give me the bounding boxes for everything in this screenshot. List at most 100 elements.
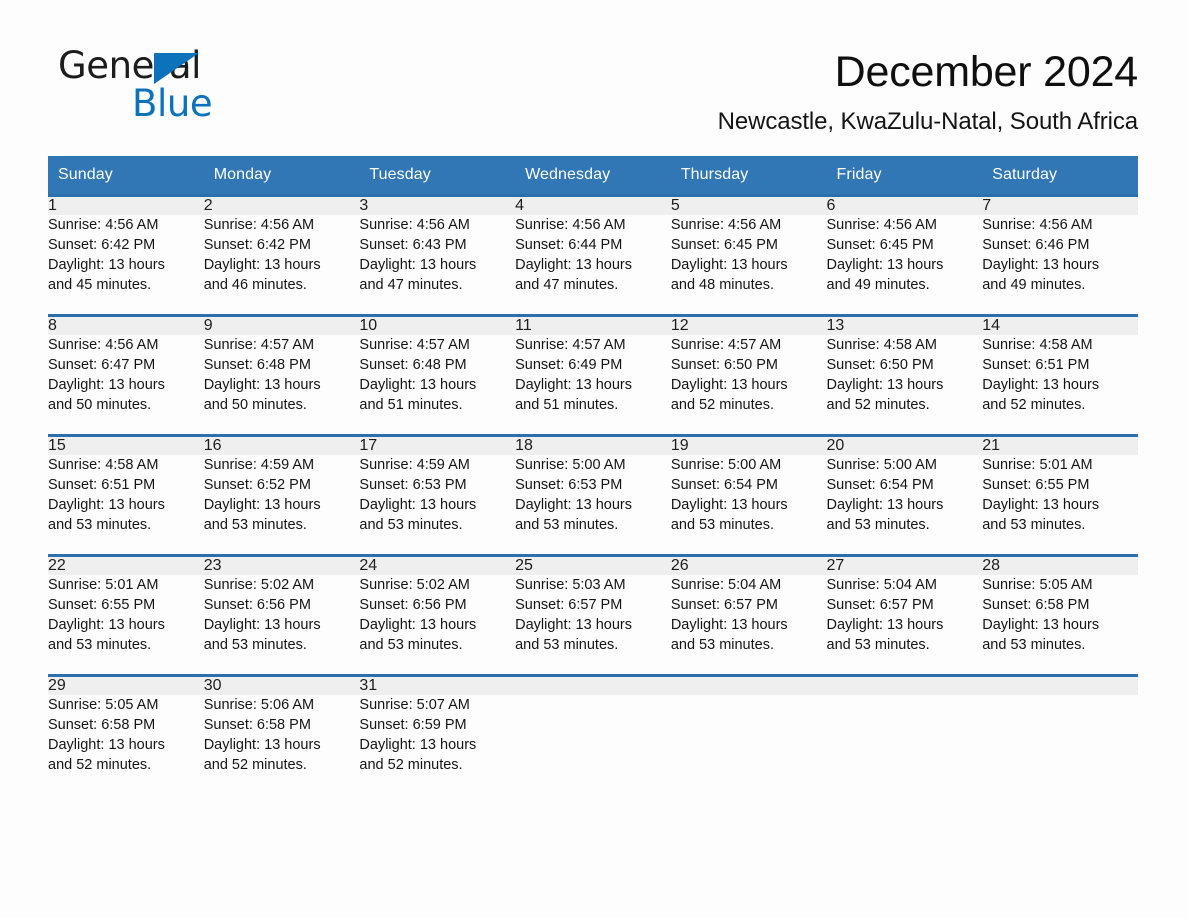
day-sunset-text: Sunset: 6:48 PM bbox=[203, 357, 311, 373]
day-sunset-text: Sunset: 6:43 PM bbox=[359, 237, 467, 253]
day-sunrise-text: Sunrise: 4:57 AM bbox=[203, 337, 315, 353]
day-daylight-line1-text: Daylight: 13 hours bbox=[359, 377, 477, 393]
day-number[interactable]: 5 bbox=[670, 197, 827, 215]
day-sunset-text: Sunset: 6:55 PM bbox=[48, 597, 156, 613]
day-daylight-line1-text: Daylight: 13 hours bbox=[359, 617, 477, 633]
day-daylight-line1-text: Daylight: 13 hours bbox=[359, 497, 477, 513]
day-number[interactable]: 28 bbox=[982, 557, 1138, 575]
day-number[interactable]: 16 bbox=[203, 437, 360, 455]
day-number[interactable]: 18 bbox=[515, 437, 671, 455]
day-details: Sunrise: 4:59 AM Sunset: 6:53 PM Daylight:… bbox=[359, 455, 515, 535]
day-details: Sunrise: 4:56 AM Sunset: 6:45 PM Daylight:… bbox=[827, 215, 983, 295]
day-details: Sunrise: 4:57 AM Sunset: 6:49 PM Daylight:… bbox=[515, 335, 671, 415]
day-number[interactable]: 4 bbox=[515, 197, 671, 215]
day-number[interactable]: 29 bbox=[48, 677, 204, 695]
day-details: Sunrise: 4:57 AM Sunset: 6:50 PM Daylight:… bbox=[671, 335, 827, 415]
day-number[interactable]: 31 bbox=[359, 677, 516, 695]
day-daylight-line2-text: and 53 minutes. bbox=[515, 517, 619, 533]
day-sunset-text: Sunset: 6:53 PM bbox=[515, 477, 623, 493]
day-number[interactable]: 27 bbox=[826, 557, 983, 575]
day-number[interactable]: 3 bbox=[359, 197, 516, 215]
day-details: Sunrise: 5:05 AM Sunset: 6:58 PM Daylight:… bbox=[48, 695, 204, 775]
day-details-empty bbox=[515, 695, 671, 775]
day-number[interactable]: 23 bbox=[203, 557, 360, 575]
day-sunrise-text: Sunrise: 4:56 AM bbox=[359, 217, 470, 233]
day-sunset-text: Sunset: 6:47 PM bbox=[48, 357, 156, 373]
day-daylight-line1-text: Daylight: 13 hours bbox=[48, 257, 165, 273]
day-number[interactable]: 14 bbox=[982, 317, 1138, 335]
day-daylight-line1-text: Daylight: 13 hours bbox=[826, 257, 944, 273]
day-daylight-line1-text: Daylight: 13 hours bbox=[826, 617, 944, 633]
day-number[interactable]: 11 bbox=[515, 317, 671, 335]
day-sunrise-text: Sunrise: 4:56 AM bbox=[982, 217, 1093, 233]
day-details: Sunrise: 5:01 AM Sunset: 6:55 PM Daylight:… bbox=[982, 455, 1138, 535]
day-sunset-text: Sunset: 6:57 PM bbox=[670, 597, 779, 613]
day-sunrise-text: Sunrise: 5:04 AM bbox=[670, 577, 782, 593]
day-details: Sunrise: 4:58 AM Sunset: 6:51 PM Daylight:… bbox=[982, 335, 1138, 415]
week-date-number-row: 8 9 10 11 12 13 14 bbox=[48, 317, 1138, 335]
logo-triangle-icon bbox=[154, 53, 199, 84]
generalblue-logo[interactable]: General Blue bbox=[58, 44, 258, 125]
day-sunset-text: Sunset: 6:58 PM bbox=[203, 717, 311, 733]
day-details-empty bbox=[671, 695, 827, 775]
day-daylight-line2-text: and 53 minutes. bbox=[670, 637, 774, 653]
day-daylight-line1-text: Daylight: 13 hours bbox=[48, 377, 165, 393]
day-number[interactable]: 1 bbox=[48, 197, 204, 215]
day-number[interactable]: 2 bbox=[203, 197, 360, 215]
week-spacer-cell bbox=[48, 295, 1138, 314]
week-spacer bbox=[48, 655, 1138, 674]
day-sunset-text: Sunset: 6:57 PM bbox=[515, 597, 623, 613]
day-daylight-line1-text: Daylight: 13 hours bbox=[515, 617, 632, 633]
day-number[interactable]: 21 bbox=[982, 437, 1138, 455]
day-sunrise-text: Sunrise: 5:01 AM bbox=[982, 457, 1093, 473]
day-sunrise-text: Sunrise: 5:06 AM bbox=[203, 697, 315, 713]
day-number[interactable]: 30 bbox=[203, 677, 360, 695]
day-daylight-line2-text: and 53 minutes. bbox=[203, 517, 307, 533]
day-number[interactable]: 13 bbox=[826, 317, 983, 335]
day-daylight-line1-text: Daylight: 13 hours bbox=[982, 497, 1100, 513]
day-details: Sunrise: 4:56 AM Sunset: 6:43 PM Daylight:… bbox=[359, 215, 515, 295]
day-daylight-line1-text: Daylight: 13 hours bbox=[515, 497, 632, 513]
day-daylight-line2-text: and 47 minutes. bbox=[359, 277, 463, 293]
day-number-empty bbox=[982, 677, 1138, 695]
week-details-row: Sunrise: 4:56 AM Sunset: 6:42 PM Daylight:… bbox=[48, 215, 1138, 295]
day-number[interactable]: 17 bbox=[359, 437, 516, 455]
sunrise-sunset-calendar: Sunday Monday Tuesday Wednesday Thursday… bbox=[48, 156, 1138, 775]
day-daylight-line1-text: Daylight: 13 hours bbox=[515, 257, 632, 273]
day-number[interactable]: 9 bbox=[203, 317, 360, 335]
day-daylight-line2-text: and 53 minutes. bbox=[826, 517, 930, 533]
day-daylight-line1-text: Daylight: 13 hours bbox=[670, 377, 788, 393]
day-details: Sunrise: 4:56 AM Sunset: 6:44 PM Daylight:… bbox=[515, 215, 671, 295]
day-number-empty bbox=[670, 677, 827, 695]
day-daylight-line2-text: and 53 minutes. bbox=[826, 637, 930, 653]
day-sunset-text: Sunset: 6:51 PM bbox=[48, 477, 156, 493]
day-daylight-line1-text: Daylight: 13 hours bbox=[48, 617, 165, 633]
day-number[interactable]: 25 bbox=[515, 557, 671, 575]
day-number[interactable]: 26 bbox=[670, 557, 827, 575]
day-number[interactable]: 7 bbox=[982, 197, 1138, 215]
day-number[interactable]: 6 bbox=[826, 197, 983, 215]
day-daylight-line1-text: Daylight: 13 hours bbox=[515, 377, 632, 393]
day-daylight-line2-text: and 52 minutes. bbox=[670, 397, 774, 413]
day-number[interactable]: 19 bbox=[670, 437, 827, 455]
day-daylight-line1-text: Daylight: 13 hours bbox=[203, 737, 321, 753]
day-daylight-line2-text: and 52 minutes. bbox=[359, 757, 463, 773]
day-daylight-line1-text: Daylight: 13 hours bbox=[203, 377, 321, 393]
day-number[interactable]: 24 bbox=[359, 557, 516, 575]
day-number[interactable]: 8 bbox=[48, 317, 204, 335]
day-number[interactable]: 20 bbox=[826, 437, 983, 455]
day-daylight-line2-text: and 52 minutes. bbox=[48, 757, 152, 773]
day-details: Sunrise: 5:02 AM Sunset: 6:56 PM Daylight:… bbox=[359, 575, 515, 655]
week-date-number-row: 22 23 24 25 26 27 28 bbox=[48, 557, 1138, 575]
day-number[interactable]: 10 bbox=[359, 317, 516, 335]
week-details-row: Sunrise: 5:01 AM Sunset: 6:55 PM Daylight:… bbox=[48, 575, 1138, 655]
day-daylight-line2-text: and 47 minutes. bbox=[515, 277, 619, 293]
day-number[interactable]: 12 bbox=[670, 317, 827, 335]
day-number[interactable]: 22 bbox=[48, 557, 204, 575]
day-details-empty bbox=[982, 695, 1138, 775]
day-number[interactable]: 15 bbox=[48, 437, 204, 455]
day-daylight-line1-text: Daylight: 13 hours bbox=[982, 377, 1100, 393]
day-daylight-line2-text: and 52 minutes. bbox=[982, 397, 1086, 413]
day-sunset-text: Sunset: 6:51 PM bbox=[982, 357, 1090, 373]
day-details: Sunrise: 4:59 AM Sunset: 6:52 PM Daylight:… bbox=[204, 455, 360, 535]
